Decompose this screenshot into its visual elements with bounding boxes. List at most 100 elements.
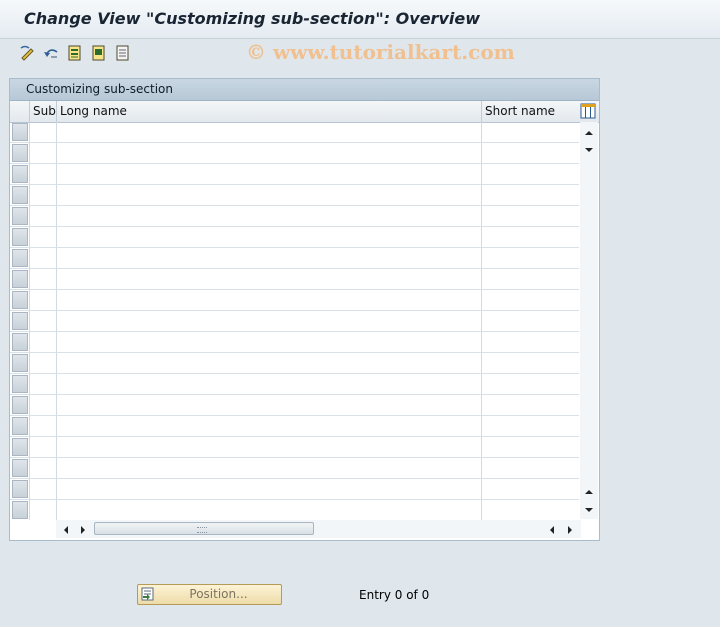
cell-short-name[interactable] [481,143,579,163]
table-row[interactable] [10,374,579,395]
change-display-icon[interactable] [19,44,37,62]
cell-long-name[interactable] [56,164,481,184]
cell-short-name[interactable] [481,164,579,184]
row-selector[interactable] [12,312,28,330]
row-selector[interactable] [12,396,28,414]
cell-sub[interactable] [29,500,56,520]
row-selector[interactable] [12,249,28,267]
cell-sub[interactable] [29,185,56,205]
cell-long-name[interactable] [56,248,481,268]
table-row[interactable] [10,416,579,437]
cell-long-name[interactable] [56,500,481,520]
cell-sub[interactable] [29,437,56,457]
table-row[interactable] [10,311,579,332]
cell-sub[interactable] [29,269,56,289]
cell-short-name[interactable] [481,416,579,436]
select-all-icon[interactable] [66,44,84,62]
cell-short-name[interactable] [481,269,579,289]
cell-short-name[interactable] [481,185,579,205]
cell-long-name[interactable] [56,122,481,142]
row-selector[interactable] [12,501,28,519]
table-row[interactable] [10,437,579,458]
vertical-scrollbar[interactable] [580,122,598,519]
cell-short-name[interactable] [481,500,579,520]
row-selector[interactable] [12,270,28,288]
cell-sub[interactable] [29,332,56,352]
cell-long-name[interactable] [56,395,481,415]
cell-sub[interactable] [29,416,56,436]
cell-sub[interactable] [29,353,56,373]
cell-sub[interactable] [29,290,56,310]
position-button[interactable]: Position... [137,584,282,605]
scroll-left-icon[interactable] [61,524,71,534]
table-row[interactable] [10,143,579,164]
row-selector[interactable] [12,459,28,477]
cell-short-name[interactable] [481,290,579,310]
cell-short-name[interactable] [481,206,579,226]
cell-short-name[interactable] [481,374,579,394]
cell-sub[interactable] [29,248,56,268]
row-selector[interactable] [12,291,28,309]
horizontal-scroll-thumb[interactable] [94,522,314,535]
cell-long-name[interactable] [56,332,481,352]
scroll-far-right-icon[interactable] [565,524,575,534]
cell-sub[interactable] [29,122,56,142]
scroll-right-icon[interactable] [78,524,88,534]
select-block-icon[interactable] [90,44,108,62]
table-row[interactable] [10,500,579,520]
cell-short-name[interactable] [481,353,579,373]
table-row[interactable] [10,269,579,290]
cell-sub[interactable] [29,479,56,499]
table-row[interactable] [10,353,579,374]
undo-icon[interactable] [42,44,60,62]
table-row[interactable] [10,332,579,353]
row-selector[interactable] [12,480,28,498]
cell-long-name[interactable] [56,269,481,289]
deselect-all-icon[interactable] [114,44,132,62]
scroll-down-icon[interactable] [584,504,594,514]
page-down-icon[interactable] [584,486,594,496]
row-selector[interactable] [12,165,28,183]
cell-sub[interactable] [29,143,56,163]
cell-long-name[interactable] [56,353,481,373]
cell-sub[interactable] [29,311,56,331]
table-settings-icon[interactable] [580,103,596,119]
cell-long-name[interactable] [56,311,481,331]
row-selector[interactable] [12,375,28,393]
table-row[interactable] [10,290,579,311]
cell-short-name[interactable] [481,332,579,352]
cell-long-name[interactable] [56,416,481,436]
table-row[interactable] [10,122,579,143]
horizontal-scrollbar[interactable] [56,520,581,538]
cell-short-name[interactable] [481,122,579,142]
row-selector[interactable] [12,333,28,351]
cell-long-name[interactable] [56,437,481,457]
column-header-sub[interactable]: Sub [29,101,56,122]
table-row[interactable] [10,185,579,206]
row-selector[interactable] [12,354,28,372]
row-selector[interactable] [12,438,28,456]
row-selector[interactable] [12,417,28,435]
table-row[interactable] [10,479,579,500]
cell-long-name[interactable] [56,227,481,247]
scroll-far-left-icon[interactable] [547,524,557,534]
cell-long-name[interactable] [56,290,481,310]
table-row[interactable] [10,395,579,416]
row-selector[interactable] [12,207,28,225]
cell-short-name[interactable] [481,311,579,331]
cell-long-name[interactable] [56,458,481,478]
cell-short-name[interactable] [481,227,579,247]
cell-short-name[interactable] [481,437,579,457]
cell-long-name[interactable] [56,206,481,226]
column-header-short-name[interactable]: Short name [481,101,579,122]
cell-sub[interactable] [29,164,56,184]
cell-short-name[interactable] [481,479,579,499]
row-selector[interactable] [12,228,28,246]
table-row[interactable] [10,206,579,227]
table-row[interactable] [10,227,579,248]
scroll-up-icon[interactable] [584,127,594,137]
cell-sub[interactable] [29,227,56,247]
table-row[interactable] [10,164,579,185]
cell-sub[interactable] [29,395,56,415]
cell-long-name[interactable] [56,479,481,499]
